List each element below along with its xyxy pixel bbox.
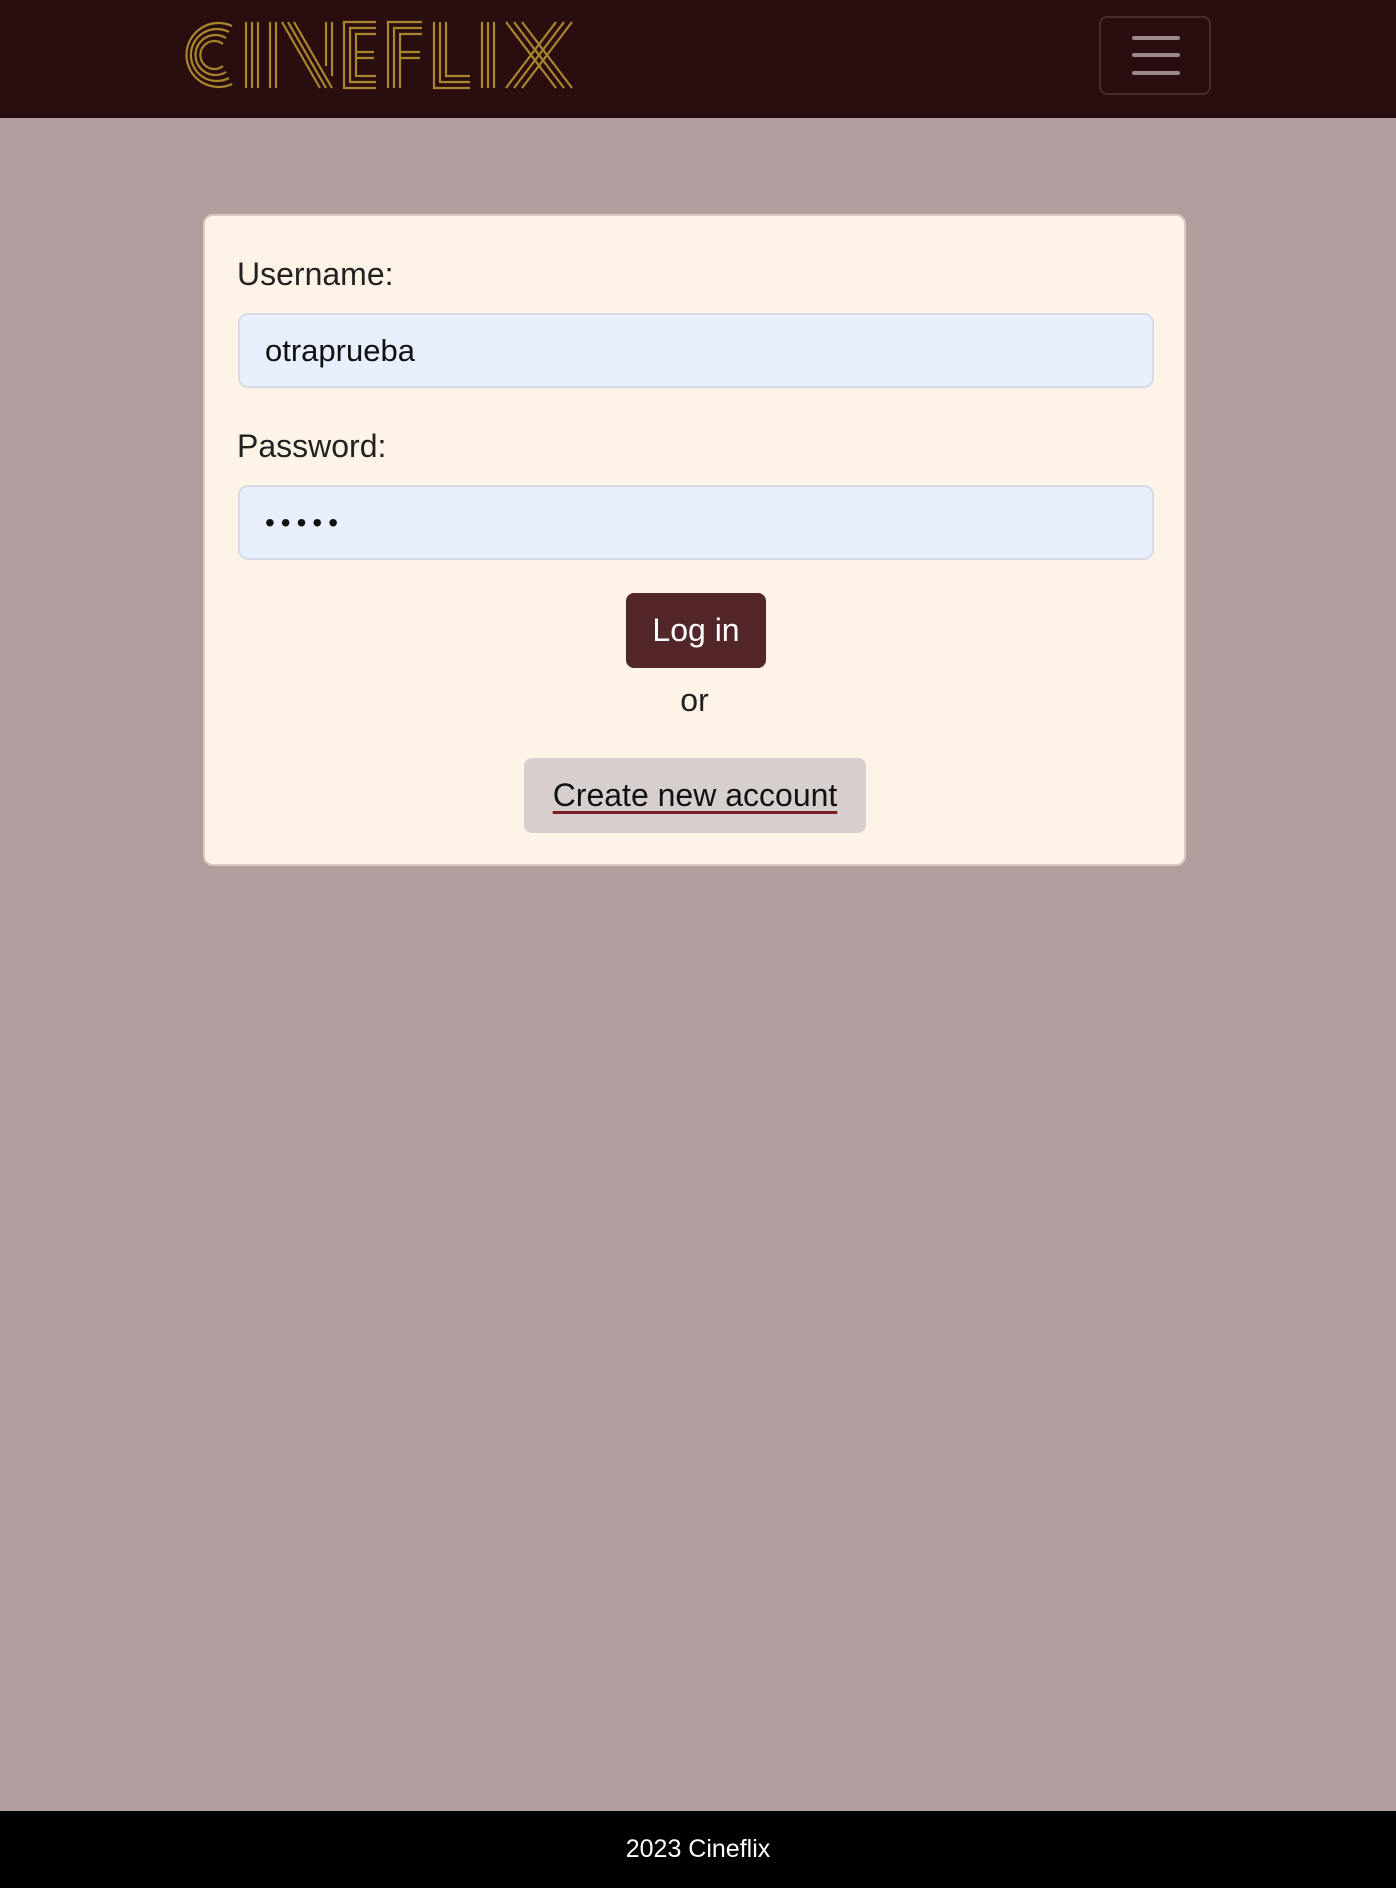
hamburger-menu-icon [1132, 36, 1180, 40]
cineflix-logo[interactable] [176, 16, 620, 94]
create-account-button[interactable]: Create new account [524, 758, 866, 833]
login-button[interactable]: Log in [626, 593, 766, 668]
create-account-link[interactable]: Create new account [553, 777, 838, 813]
navbar [0, 0, 1396, 118]
password-input[interactable]: ••••• [238, 485, 1154, 560]
navbar-toggle-button[interactable] [1099, 16, 1211, 95]
cineflix-logo-graphic [185, 20, 573, 90]
login-card: Username: otraprueba Password: ••••• Log… [203, 214, 1186, 866]
hamburger-menu-icon-bar [1132, 53, 1180, 57]
password-label: Password: [237, 428, 387, 464]
hamburger-menu-icon-bar [1132, 71, 1180, 75]
footer: 2023 Cineflix [0, 1811, 1396, 1888]
or-separator: or [680, 682, 709, 718]
username-input[interactable]: otraprueba [238, 313, 1154, 388]
username-label: Username: [237, 256, 394, 292]
footer-copyright: 2023 Cineflix [625, 1835, 771, 1863]
